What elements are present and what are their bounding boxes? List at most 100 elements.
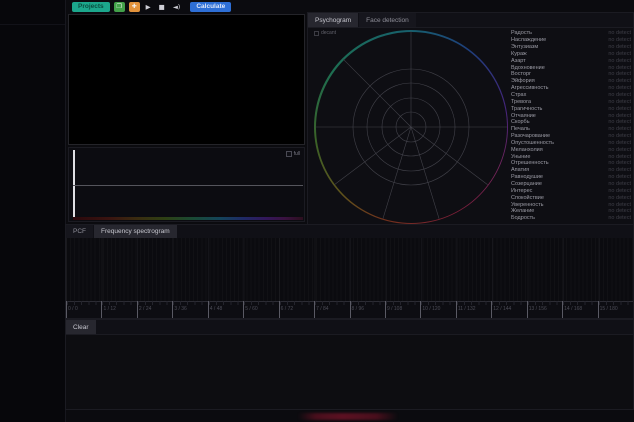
emotion-name: Восторг — [511, 71, 531, 77]
tab-frequency-spectrogram[interactable]: Frequency spectrogram — [94, 225, 177, 238]
open-project-button[interactable]: ❐ — [114, 2, 125, 12]
tab-pcf[interactable]: PCF — [66, 225, 93, 238]
emotion-value: no detect — [608, 160, 631, 166]
emotion-value: no detect — [608, 44, 631, 50]
emotion-name: Отчаяние — [511, 113, 536, 119]
chart-legend-label: decant — [321, 30, 336, 36]
emotion-value: no detect — [608, 119, 631, 125]
projects-sidebar — [0, 0, 66, 422]
emotion-value: no detect — [608, 99, 631, 105]
axis-tick: 7 / 84 — [314, 301, 349, 318]
full-checkbox[interactable]: full — [286, 151, 300, 157]
spectrogram-panel: PCF Frequency spectrogram 0 / 01 / 12 2 /… — [65, 224, 634, 319]
sidebar-header — [0, 0, 65, 25]
projects-button[interactable]: Projects — [72, 2, 110, 13]
play-button[interactable]: ▶ — [144, 4, 153, 11]
spectrum-strip — [73, 217, 303, 220]
video-preview — [68, 14, 305, 145]
psychogram-tabbar: Psychogram Face detection — [308, 13, 633, 28]
emotion-name: Равнодушие — [511, 174, 543, 180]
add-record-button[interactable]: ✚ — [129, 2, 140, 12]
emotion-name: Страх — [511, 92, 526, 98]
axis-tick: 8 / 96 — [350, 301, 385, 318]
emotion-value: no detect — [608, 65, 631, 71]
axis-tick: 9 / 108 — [385, 301, 420, 318]
axis-tick: 14 / 168 — [562, 301, 597, 318]
bottom-artifact — [298, 413, 398, 420]
full-checkbox-label: full — [294, 151, 300, 157]
emotion-name: Созерцание — [511, 181, 542, 187]
emotion-row: Разочарование no detect — [511, 133, 631, 140]
axis-tick-label: 1 / 12 — [103, 306, 116, 312]
volume-button[interactable]: ◄) — [171, 4, 183, 11]
emotion-value: no detect — [608, 51, 631, 57]
emotion-value: no detect — [608, 195, 631, 201]
emotion-row: Энтузиазм no detect — [511, 44, 631, 51]
clear-button[interactable]: Clear — [66, 320, 96, 334]
emotion-name: Наслаждение — [511, 37, 546, 43]
axis-tick: 3 / 36 — [172, 301, 207, 318]
emotion-name: Бодрость — [511, 215, 535, 221]
emotion-value: no detect — [608, 126, 631, 132]
axis-tick-label: 7 / 84 — [316, 306, 329, 312]
emotion-value: no detect — [608, 30, 631, 36]
emotion-row: Уверенностьno detect — [511, 201, 631, 208]
plus-icon: ✚ — [132, 4, 137, 10]
emotion-name: Печаль — [511, 126, 530, 132]
axis-tick-label: 13 / 156 — [529, 306, 547, 312]
emotion-row: Скорбьno detect — [511, 119, 631, 126]
emotion-name: Спокойствие — [511, 195, 544, 201]
time-axis: 0 / 01 / 122 / 243 / 364 / 485 / 606 / 7… — [66, 301, 633, 318]
axis-tick: 10 / 120 — [420, 301, 455, 318]
emotion-name: Опустошенность — [511, 140, 554, 146]
calculate-button[interactable]: Calculate — [190, 2, 231, 13]
stop-button[interactable]: ■ — [157, 4, 167, 11]
chart-legend: decant — [314, 30, 336, 36]
emotion-value: no detect — [608, 154, 631, 160]
emotion-value: no detect — [608, 215, 631, 221]
axis-tick-label: 8 / 96 — [352, 306, 365, 312]
emotion-name: Тревога — [511, 99, 531, 105]
axis-tick: 0 / 0 — [66, 301, 101, 318]
axis-tick: 12 / 144 — [491, 301, 526, 318]
emotion-name: Кураж — [511, 51, 527, 57]
emotion-row: Уныние no detect — [511, 153, 631, 160]
emotion-name: Разочарование — [511, 133, 550, 139]
axis-tick-label: 14 / 168 — [564, 306, 582, 312]
emotion-row: Наслаждениеno detect — [511, 37, 631, 44]
folder-icon: ❐ — [116, 4, 121, 10]
emotion-value: no detect — [608, 58, 631, 64]
emotion-name: Энтузиазм — [511, 44, 538, 50]
psychogram-panel: Psychogram Face detection decant — [307, 12, 634, 225]
emotion-row: Отчаяниеno detect — [511, 112, 631, 119]
emotion-row: Кураж no detect — [511, 51, 631, 58]
axis-tick-label: 2 / 24 — [139, 306, 152, 312]
emotion-value: no detect — [608, 78, 631, 84]
emotion-name: Вдохновение — [511, 65, 545, 71]
axis-tick: 6 / 72 — [279, 301, 314, 318]
emotion-name: Уныние — [511, 154, 530, 160]
axis-tick: 4 / 48 — [208, 301, 243, 318]
emotion-row: Отрешенностьno detect — [511, 160, 631, 167]
emotion-value: no detect — [608, 147, 631, 153]
axis-tick: 13 / 156 — [527, 301, 562, 318]
emotion-name: Радость — [511, 30, 532, 36]
tab-psychogram[interactable]: Psychogram — [308, 13, 358, 27]
emotion-value: no detect — [608, 140, 631, 146]
emotion-name: Меланхолия — [511, 147, 543, 153]
emotion-name: Трагичность — [511, 106, 542, 112]
emotion-value: no detect — [608, 133, 631, 139]
emotion-row: Страхno detect — [511, 92, 631, 99]
emotion-row: Тревога no detect — [511, 98, 631, 105]
emotion-name: Интерес — [511, 188, 532, 194]
axis-tick-label: 12 / 144 — [493, 306, 511, 312]
tab-face-detection[interactable]: Face detection — [359, 13, 416, 27]
emotion-name: Желание — [511, 208, 534, 214]
emotion-value: no detect — [608, 208, 631, 214]
psychogram-chart — [314, 30, 508, 224]
emotion-list: Радостьno detectНаслаждениеno detectЭнту… — [511, 30, 631, 222]
axis-tick: 1 / 12 — [101, 301, 136, 318]
emotion-name: Уверенность — [511, 202, 544, 208]
emotion-row: Трагичностьno detect — [511, 105, 631, 112]
axis-tick-label: 6 / 72 — [281, 306, 294, 312]
